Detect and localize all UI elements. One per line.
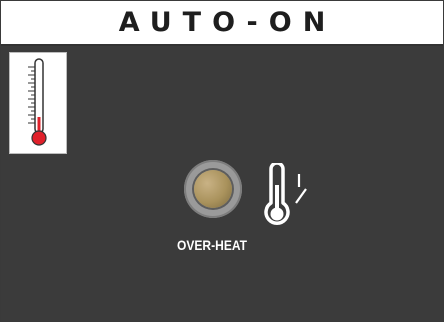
control-panel-screen: AUTO-ON OVER-HEAT: [0, 0, 444, 322]
title-bar: AUTO-ON: [1, 1, 443, 46]
thermometer-tile[interactable]: [9, 52, 67, 154]
mode-title: AUTO-ON: [118, 7, 337, 38]
thermometer-icon: [28, 58, 47, 146]
indicator-lamp-lens: [194, 170, 232, 208]
thermometer-switch-icon: [264, 163, 307, 225]
overheat-label: OVER-HEAT: [177, 237, 248, 253]
overheat-indicator-lamp: [184, 160, 242, 218]
